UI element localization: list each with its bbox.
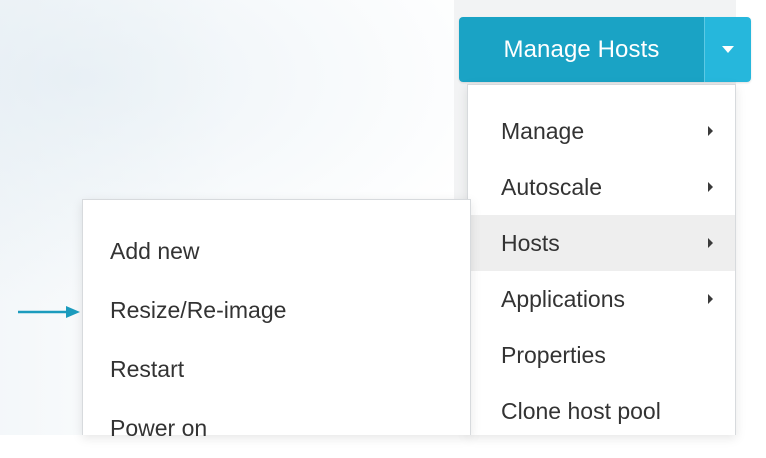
submenu-item-add-new[interactable]: Add new bbox=[83, 222, 470, 281]
manage-hosts-split-button: Manage Hosts bbox=[459, 17, 751, 82]
menu-item-label: Applications bbox=[501, 285, 626, 312]
manage-hosts-dropdown-toggle[interactable] bbox=[704, 17, 751, 82]
menu-item-clone-host-pool[interactable]: Clone host pool bbox=[468, 383, 735, 439]
menu-item-label: Manage bbox=[501, 117, 585, 144]
caret-right-icon bbox=[708, 182, 713, 192]
manage-hosts-menu: Manage Autoscale Hosts Applications Prop… bbox=[467, 84, 736, 435]
submenu-item-restart[interactable]: Restart bbox=[83, 340, 470, 399]
menu-item-label: Hosts bbox=[501, 229, 560, 256]
caret-right-icon bbox=[708, 126, 713, 136]
manage-hosts-button[interactable]: Manage Hosts bbox=[459, 17, 704, 82]
caret-right-icon bbox=[708, 294, 713, 304]
arrow-right-icon bbox=[18, 306, 80, 318]
submenu-item-power-on[interactable]: Power on bbox=[83, 399, 470, 458]
caret-right-icon bbox=[708, 238, 713, 248]
hosts-submenu: Add new Resize/Re-image Restart Power on bbox=[82, 199, 471, 441]
submenu-item-resize-reimage[interactable]: Resize/Re-image bbox=[83, 281, 470, 340]
menu-item-autoscale[interactable]: Autoscale bbox=[468, 159, 735, 215]
menu-item-applications[interactable]: Applications bbox=[468, 271, 735, 327]
menu-item-properties[interactable]: Properties bbox=[468, 327, 735, 383]
menu-item-label: Properties bbox=[501, 341, 606, 368]
menu-item-manage[interactable]: Manage bbox=[468, 103, 735, 159]
menu-item-label: Autoscale bbox=[501, 173, 603, 200]
menu-item-hosts[interactable]: Hosts bbox=[468, 215, 735, 271]
caret-down-icon bbox=[722, 46, 734, 53]
menu-item-label: Clone host pool bbox=[501, 397, 661, 424]
